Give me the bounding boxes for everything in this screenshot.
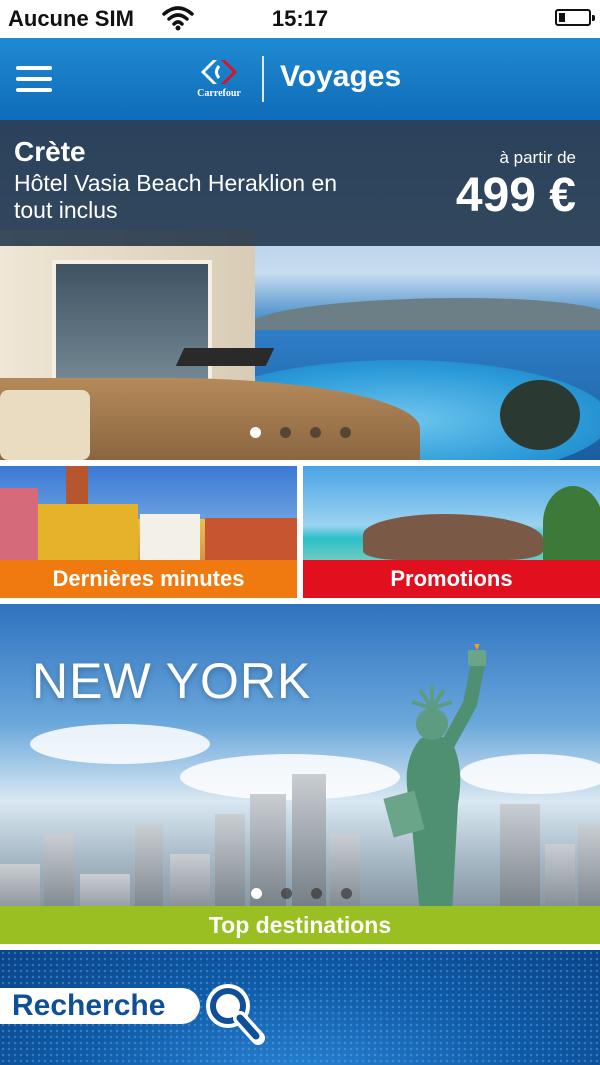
promotions-tile[interactable]: Promotions xyxy=(303,466,600,598)
top-destinations-banner[interactable]: NEW YORK Top destinations xyxy=(0,604,600,944)
search-icon[interactable] xyxy=(198,976,268,1048)
carrefour-logo-icon xyxy=(201,60,237,84)
carousel-dot[interactable] xyxy=(250,427,261,438)
hero-carousel[interactable]: Crète Hôtel Vasia Beach Heraklion en tou… xyxy=(0,120,600,460)
carrefour-logo: Carrefour xyxy=(193,56,245,104)
carousel-dot[interactable] xyxy=(340,427,351,438)
hero-price: 499 € xyxy=(455,169,576,222)
page-title: Voyages xyxy=(280,60,402,93)
clock: 15:17 xyxy=(271,6,329,31)
hero-lounge-chair xyxy=(175,348,275,366)
carousel-dot[interactable] xyxy=(341,888,352,899)
carousel-dot[interactable] xyxy=(280,427,291,438)
hero-hotel-name: Hôtel Vasia Beach Heraklion en tout incl… xyxy=(14,170,338,223)
statue-of-liberty xyxy=(383,644,486,914)
header-divider xyxy=(262,56,264,102)
search-label: Recherche xyxy=(12,989,166,1022)
hero-plant xyxy=(500,380,580,450)
carousel-dot[interactable] xyxy=(310,427,321,438)
app-header: Carrefour Voyages xyxy=(0,38,600,120)
tile-image-part xyxy=(543,486,600,560)
hero-destination: Crète xyxy=(14,136,86,167)
destination-city: NEW YORK xyxy=(32,653,312,709)
tile-image-part xyxy=(0,488,38,560)
battery-icon xyxy=(555,9,595,26)
tile-image-part xyxy=(66,466,88,506)
tile-image-part xyxy=(205,518,297,560)
carousel-dot[interactable] xyxy=(311,888,322,899)
tile-image-part xyxy=(38,504,138,560)
hero-sofa xyxy=(0,390,90,460)
top-destinations-label: Top destinations xyxy=(0,906,600,944)
brand-label: Carrefour xyxy=(197,88,241,99)
status-bar: Aucune SIM 15:17 xyxy=(0,0,600,38)
price-prefix: à partir de xyxy=(499,148,576,167)
menu-button[interactable] xyxy=(16,66,52,92)
search-label-pill: Recherche xyxy=(0,988,200,1024)
promotions-label: Promotions xyxy=(303,560,600,598)
tile-image-part xyxy=(363,514,543,560)
carousel-dot[interactable] xyxy=(281,888,292,899)
hero-caption: Crète Hôtel Vasia Beach Heraklion en tou… xyxy=(0,120,600,246)
last-minute-label: Dernières minutes xyxy=(0,560,297,598)
tile-image-part xyxy=(140,514,200,560)
carousel-dot[interactable] xyxy=(251,888,262,899)
last-minute-tile[interactable]: Dernières minutes xyxy=(0,466,297,598)
menu-icon xyxy=(16,66,52,70)
search-banner[interactable]: Recherche xyxy=(0,950,600,1065)
